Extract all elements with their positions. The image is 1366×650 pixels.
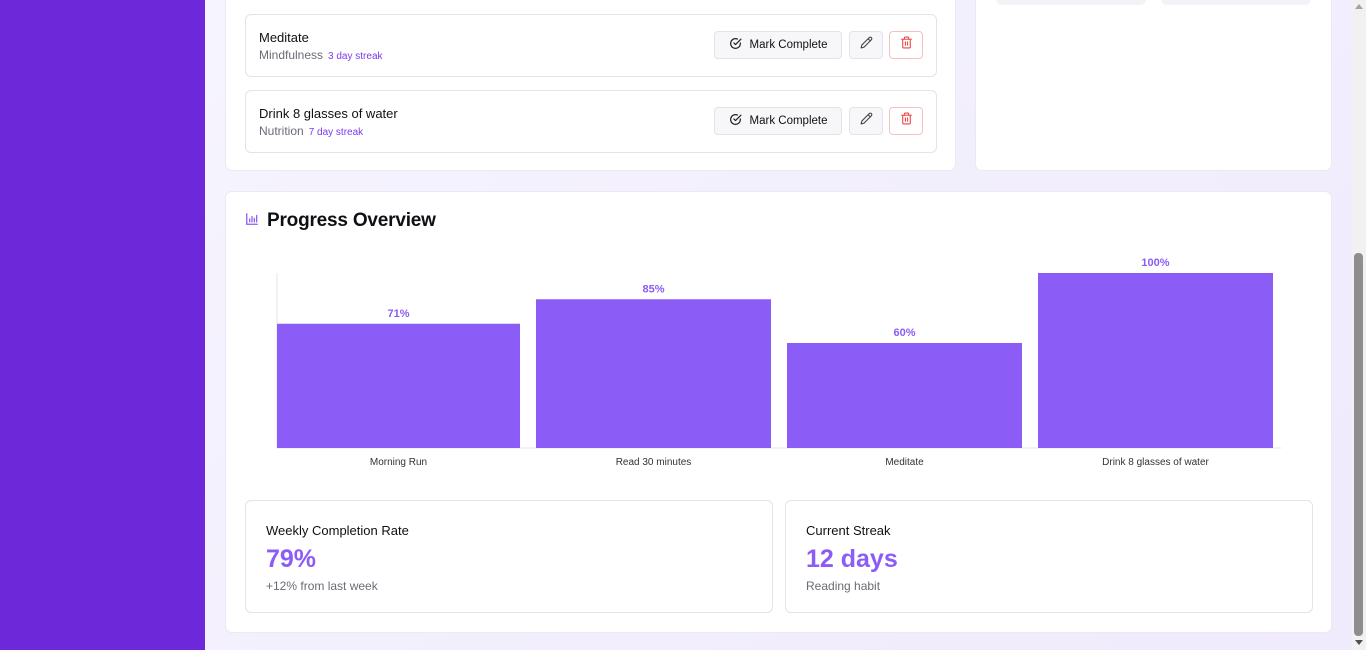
- habit-streak: 3 day streak: [328, 51, 383, 62]
- delete-button[interactable]: [889, 107, 923, 135]
- mark-complete-button[interactable]: Mark Complete: [714, 31, 842, 59]
- habit-name: Drink 8 glasses of water: [259, 106, 398, 121]
- bar-value-label: 71%: [387, 308, 409, 320]
- delete-button[interactable]: [889, 31, 923, 59]
- habit-category: Nutrition: [259, 124, 304, 138]
- pencil-icon: [860, 112, 873, 130]
- progress-bar-chart: 71% Morning Run 85% Read 30 minutes 60% Medit…: [276, 257, 1281, 468]
- bar-value-label: 100%: [1141, 257, 1169, 269]
- vertical-scrollbar[interactable]: [1352, 0, 1366, 650]
- habit-meta: Nutrition 7 day streak: [259, 124, 363, 138]
- habits-list-card: Meditate Mindfulness 3 day streak Mark Co…: [225, 0, 956, 171]
- chart-bar: [787, 343, 1022, 448]
- trash-icon: [900, 36, 913, 54]
- stat-value: 79%: [266, 545, 317, 573]
- current-streak-card: Current Streak 12 days Reading habit: [785, 500, 1313, 613]
- x-tick-label: Meditate: [885, 457, 924, 468]
- chart-bar: [1038, 273, 1273, 448]
- chart-bar: [277, 323, 520, 448]
- trash-icon: [900, 112, 913, 130]
- side-panel-card: [975, 0, 1332, 171]
- edit-button[interactable]: [849, 31, 883, 59]
- sidebar: [0, 0, 205, 650]
- edit-button[interactable]: [849, 107, 883, 135]
- stat-label: Current Streak: [806, 523, 891, 538]
- partial-button[interactable]: [996, 0, 1146, 5]
- habit-row: Drink 8 glasses of water Nutrition 7 day …: [245, 90, 937, 153]
- habit-name: Meditate: [259, 30, 309, 45]
- pencil-icon: [860, 36, 873, 54]
- bar-value-label: 85%: [642, 283, 664, 295]
- mark-complete-button[interactable]: Mark Complete: [714, 107, 842, 135]
- x-tick-label: Morning Run: [370, 457, 427, 468]
- check-circle-icon: [729, 113, 742, 129]
- habit-category: Mindfulness: [259, 48, 324, 62]
- bar-value-label: 60%: [893, 327, 915, 339]
- habit-meta: Mindfulness 3 day streak: [259, 48, 383, 62]
- partial-button[interactable]: [1161, 0, 1311, 5]
- mark-complete-label: Mark Complete: [749, 39, 828, 51]
- stat-subtext: Reading habit: [806, 579, 881, 593]
- progress-overview-card: Progress Overview 71% Morning Run 85% Read …: [225, 191, 1332, 633]
- habit-streak: 7 day streak: [308, 127, 364, 138]
- check-circle-icon: [729, 37, 742, 53]
- stat-subtext: +12% from last week: [266, 579, 378, 593]
- mark-complete-label: Mark Complete: [749, 115, 828, 127]
- habit-row: Meditate Mindfulness 3 day streak Mark Co…: [245, 14, 937, 77]
- scroll-up-arrow-icon[interactable]: [1355, 4, 1363, 9]
- scrollbar-thumb[interactable]: [1354, 253, 1363, 636]
- x-tick-label: Drink 8 glasses of water: [1102, 457, 1209, 468]
- chart-bar: [536, 299, 771, 448]
- stat-value: 12 days: [806, 545, 898, 573]
- weekly-completion-card: Weekly Completion Rate 79% +12% from las…: [245, 500, 773, 613]
- stat-label: Weekly Completion Rate: [266, 523, 409, 538]
- x-tick-label: Read 30 minutes: [616, 457, 692, 468]
- main-content: Meditate Mindfulness 3 day streak Mark Co…: [205, 0, 1352, 650]
- scroll-down-arrow-icon[interactable]: [1355, 640, 1363, 645]
